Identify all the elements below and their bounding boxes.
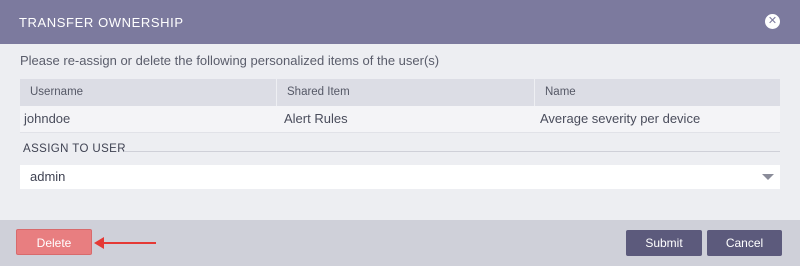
cell-username: johndoe — [24, 111, 71, 126]
table-header: Username Shared Item Name — [20, 79, 780, 106]
submit-button[interactable]: Submit — [626, 230, 702, 256]
cell-name: Average severity per device — [540, 111, 701, 126]
items-table: Username Shared Item Name johndoe Alert … — [20, 79, 780, 133]
select-value: admin — [30, 169, 66, 184]
cell-shared-item: Alert Rules — [284, 111, 348, 126]
section-divider — [124, 151, 780, 152]
arrow-left-icon — [94, 237, 156, 249]
intro-text: Please re-assign or delete the following… — [20, 53, 440, 68]
column-header-name: Name — [534, 79, 780, 106]
column-header-username: Username — [30, 86, 84, 98]
dialog-title: TRANSFER OWNERSHIP — [19, 15, 184, 30]
delete-button[interactable]: Delete — [16, 229, 92, 255]
cancel-button[interactable]: Cancel — [707, 230, 782, 256]
close-icon[interactable]: ✕ — [765, 14, 780, 29]
chevron-down-icon[interactable] — [762, 174, 774, 180]
assign-to-user-label: ASSIGN TO USER — [23, 143, 126, 155]
table-row[interactable]: johndoe Alert Rules Average severity per… — [20, 106, 780, 133]
dialog-header: TRANSFER OWNERSHIP ✕ — [0, 0, 800, 44]
column-header-shared-item: Shared Item — [276, 79, 534, 106]
assign-user-select[interactable]: admin — [20, 165, 780, 189]
